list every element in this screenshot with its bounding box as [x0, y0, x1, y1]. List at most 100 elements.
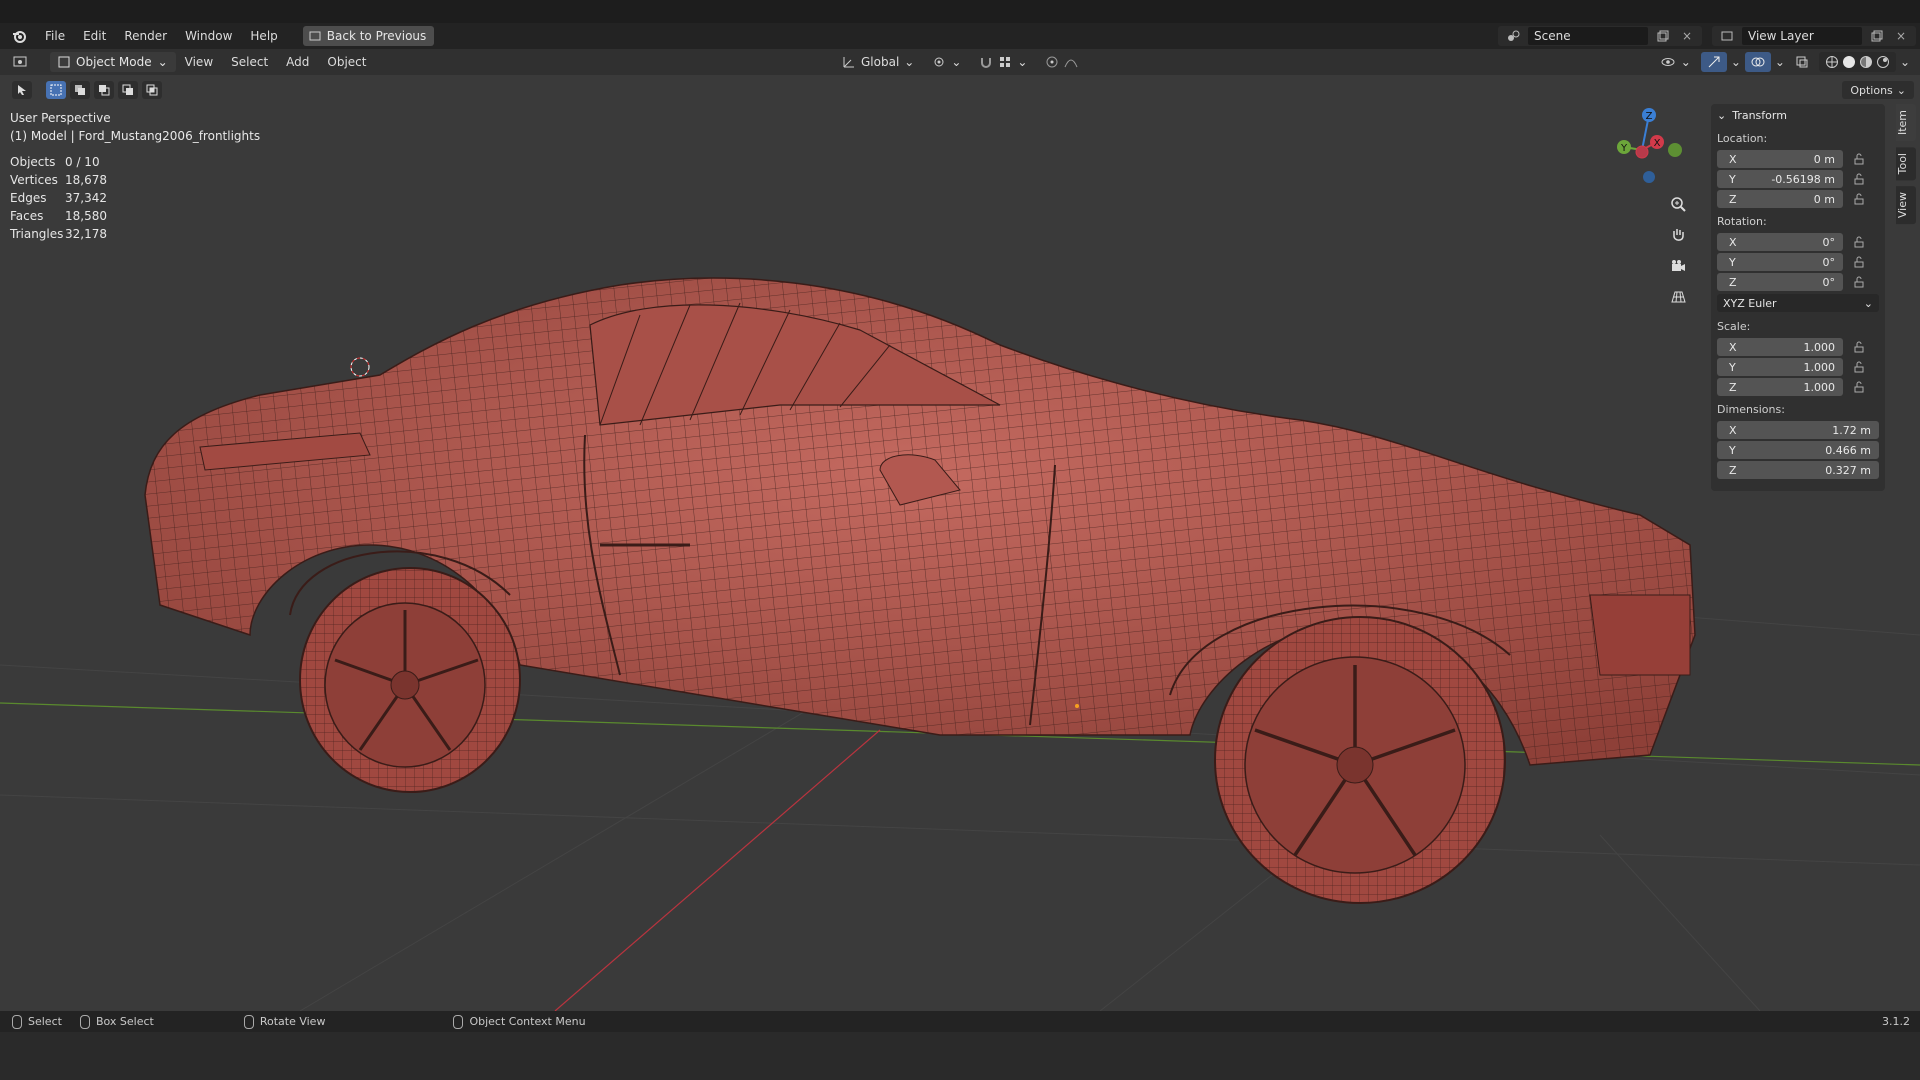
menu-help[interactable]: Help	[241, 25, 286, 47]
editor-type-icon[interactable]	[12, 53, 30, 71]
solid-shading-icon[interactable]	[1842, 55, 1856, 69]
chevron-down-icon[interactable]: ⌄	[1775, 55, 1785, 69]
pan-hand-icon[interactable]	[1665, 224, 1691, 246]
rotation-y-field[interactable]: Y 0°	[1717, 253, 1843, 271]
menu-view[interactable]: View	[176, 55, 222, 69]
rendered-shading-icon[interactable]	[1876, 55, 1890, 69]
view-layer-name-field[interactable]: View Layer	[1742, 27, 1862, 45]
xray-toggle[interactable]	[1789, 52, 1815, 72]
gizmo-neg-y[interactable]	[1668, 143, 1682, 157]
lock-icon[interactable]	[1851, 339, 1867, 355]
proportional-edit-toggle[interactable]	[1039, 52, 1084, 72]
transform-panel-header[interactable]: ⌄ Transform	[1711, 104, 1885, 126]
rotation-x-field[interactable]: X 0°	[1717, 233, 1843, 251]
scene-selector[interactable]: Scene ×	[1498, 26, 1702, 46]
blender-logo-icon[interactable]	[10, 27, 28, 45]
overlays-toggle[interactable]	[1744, 52, 1771, 72]
version-label: 3.1.2	[1882, 1015, 1910, 1028]
close-scene-icon[interactable]: ×	[1678, 27, 1696, 45]
menu-render[interactable]: Render	[115, 25, 176, 47]
chevron-down-icon[interactable]: ⌄	[1900, 55, 1910, 69]
dimensions-label: Dimensions:	[1717, 403, 1785, 416]
wireframe-shading-icon[interactable]	[1825, 55, 1839, 69]
scale-z-row: Z 1.000	[1711, 377, 1885, 397]
ortho-grid-icon[interactable]	[1665, 286, 1691, 308]
visibility-dropdown[interactable]: ⌄	[1654, 52, 1697, 72]
location-y-field[interactable]: Y -0.56198 m	[1717, 170, 1843, 188]
select-invert-icon[interactable]	[118, 81, 138, 99]
close-view-layer-icon[interactable]: ×	[1892, 27, 1910, 45]
tab-view[interactable]: View	[1896, 186, 1916, 225]
lock-icon[interactable]	[1851, 171, 1867, 187]
camera-view-icon[interactable]	[1665, 255, 1691, 277]
select-extend-icon[interactable]	[70, 81, 90, 99]
mode-label: Object Mode	[76, 55, 152, 69]
location-x-field[interactable]: X 0 m	[1717, 150, 1843, 168]
location-z-field[interactable]: Z 0 m	[1717, 190, 1843, 208]
menu-file[interactable]: File	[36, 25, 74, 47]
lock-icon[interactable]	[1851, 359, 1867, 375]
dimensions-x-field[interactable]: X 1.72 m	[1717, 421, 1879, 439]
lock-icon[interactable]	[1851, 274, 1867, 290]
location-label: Location:	[1717, 132, 1768, 145]
dimensions-z-field[interactable]: Z 0.327 m	[1717, 461, 1879, 479]
tab-tool[interactable]: Tool	[1896, 147, 1916, 181]
status-rotate-label: Rotate View	[259, 1015, 326, 1028]
transform-orientation-dropdown[interactable]: Global ⌄	[836, 52, 920, 72]
select-tool-icon[interactable]	[12, 81, 32, 99]
new-scene-icon[interactable]	[1654, 27, 1672, 45]
material-shading-icon[interactable]	[1859, 55, 1873, 69]
xray-icon	[1796, 56, 1808, 68]
lock-icon[interactable]	[1851, 191, 1867, 207]
front-wheel[interactable]	[1214, 616, 1506, 904]
lock-icon[interactable]	[1851, 379, 1867, 395]
scale-z-field[interactable]: Z 1.000	[1717, 378, 1843, 396]
lock-icon[interactable]	[1851, 254, 1867, 270]
menu-object[interactable]: Object	[318, 55, 375, 69]
select-subtract-icon[interactable]	[94, 81, 114, 99]
new-view-layer-icon[interactable]	[1868, 27, 1886, 45]
menu-add[interactable]: Add	[277, 55, 318, 69]
snap-grid-icon	[1000, 57, 1011, 67]
chevron-down-icon: ⌄	[1896, 83, 1906, 97]
zoom-icon[interactable]	[1665, 193, 1691, 215]
view-layer-selector[interactable]: View Layer ×	[1712, 26, 1916, 46]
location-x-row: X 0 m	[1711, 149, 1885, 169]
rotation-mode-label: XYZ Euler	[1723, 296, 1777, 310]
field-value: 0°	[1822, 255, 1836, 269]
dimensions-y-field[interactable]: Y 0.466 m	[1717, 441, 1879, 459]
rotation-mode-dropdown[interactable]: XYZ Euler ⌄	[1717, 294, 1879, 312]
tab-item[interactable]: Item	[1896, 104, 1916, 142]
3d-cursor[interactable]	[350, 357, 370, 377]
3d-viewport[interactable]: User Perspective (1) Model | Ford_Mustan…	[0, 75, 1920, 1011]
field-value: 1.000	[1803, 360, 1836, 374]
mode-dropdown[interactable]: Object Mode ⌄	[50, 52, 176, 72]
gizmo-toggle[interactable]	[1700, 52, 1727, 72]
stat-value: 0 / 10	[65, 155, 100, 169]
options-dropdown[interactable]: Options ⌄	[1842, 81, 1914, 99]
gizmo-neg-x[interactable]	[1635, 145, 1649, 159]
menu-window[interactable]: Window	[176, 25, 241, 47]
navigation-gizmo[interactable]: Z X Y	[1600, 105, 1690, 195]
gizmo-neg-z[interactable]	[1643, 171, 1655, 183]
stat-label: Objects	[10, 155, 56, 169]
status-bar: Select Box Select Rotate View Object Con…	[0, 1011, 1920, 1032]
select-new-icon[interactable]	[46, 81, 66, 99]
x-axis-line	[554, 729, 881, 1011]
rear-wheel[interactable]	[299, 567, 521, 793]
scale-y-field[interactable]: Y 1.000	[1717, 358, 1843, 376]
scale-y-row: Y 1.000	[1711, 357, 1885, 377]
window-bottom-area	[0, 1032, 1920, 1080]
pivot-point-dropdown[interactable]: ⌄	[926, 52, 967, 72]
lock-icon[interactable]	[1851, 151, 1867, 167]
scene-name-field[interactable]: Scene	[1528, 27, 1648, 45]
menu-edit[interactable]: Edit	[74, 25, 115, 47]
lock-icon[interactable]	[1851, 234, 1867, 250]
menu-select[interactable]: Select	[222, 55, 277, 69]
snap-toggle[interactable]: ⌄	[973, 52, 1033, 72]
back-to-previous-button[interactable]: Back to Previous	[302, 26, 435, 46]
chevron-down-icon[interactable]: ⌄	[1731, 55, 1741, 69]
select-intersect-icon[interactable]	[142, 81, 162, 99]
rotation-z-field[interactable]: Z 0°	[1717, 273, 1843, 291]
scale-x-field[interactable]: X 1.000	[1717, 338, 1843, 356]
